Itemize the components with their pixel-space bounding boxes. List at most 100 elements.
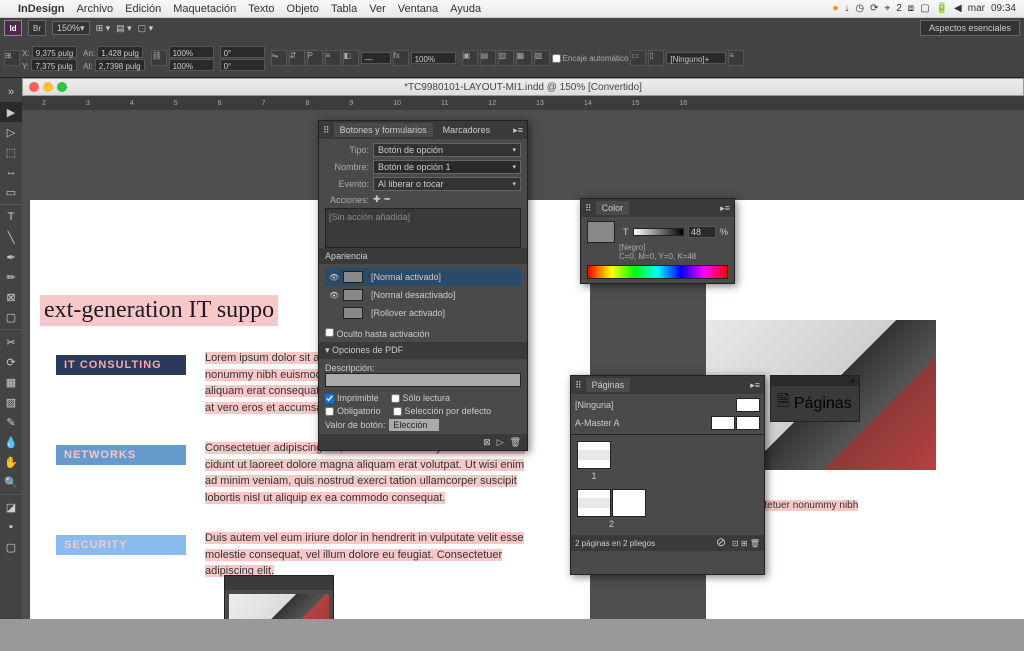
page-thumb-2b[interactable] bbox=[612, 489, 646, 517]
page-tool[interactable]: ⬚ bbox=[0, 142, 22, 162]
add-action-icon[interactable]: ✚ bbox=[373, 194, 381, 205]
valor-field[interactable]: Elección bbox=[389, 419, 439, 431]
line-tool[interactable]: ╲ bbox=[0, 227, 22, 247]
tipo-dropdown[interactable]: Botón de opción bbox=[373, 143, 521, 157]
menu-ventana[interactable]: Ventana bbox=[398, 3, 438, 15]
width-field[interactable]: 1,428 pulg bbox=[97, 46, 142, 58]
status-alert-icon[interactable]: ● bbox=[832, 3, 838, 14]
seleccion-checkbox[interactable]: Selección por defecto bbox=[393, 406, 492, 416]
options-icon[interactable]: ≡ bbox=[728, 50, 744, 66]
edit-page-icon[interactable]: ⊡ bbox=[732, 539, 739, 548]
menu-ayuda[interactable]: Ayuda bbox=[450, 3, 481, 15]
eye-icon[interactable]: 👁 bbox=[329, 273, 343, 282]
panel-grip-icon[interactable]: ⠿ bbox=[323, 125, 330, 136]
menu-archivo[interactable]: Archivo bbox=[76, 3, 113, 15]
panel-color[interactable]: ⠿ Color ▸≡ T 48 % [Negro] C=0, M=0, Y=0,… bbox=[580, 198, 735, 284]
descripcion-field[interactable] bbox=[325, 373, 521, 387]
spread-2[interactable]: 2 bbox=[577, 489, 646, 529]
imprimible-checkbox[interactable]: Imprimible bbox=[325, 393, 379, 403]
panel-dock[interactable]: » 🗎Páginas bbox=[770, 375, 860, 422]
menu-maquetacion[interactable]: Maquetación bbox=[173, 3, 236, 15]
tab-paginas[interactable]: Páginas bbox=[586, 378, 631, 392]
panel-menu-icon[interactable]: ▸≡ bbox=[513, 125, 523, 136]
spectrum-picker[interactable] bbox=[587, 265, 728, 279]
battery-icon[interactable]: 🔋 bbox=[936, 3, 948, 14]
panel-grip-icon[interactable]: ⠿ bbox=[585, 203, 592, 214]
encaje-checkbox[interactable]: Encaje automático bbox=[552, 54, 629, 63]
fill-stroke-swatch[interactable] bbox=[587, 221, 615, 243]
gradient-swatch-tool[interactable]: ▦ bbox=[0, 372, 22, 392]
tag-consulting[interactable]: IT CONSULTING bbox=[56, 355, 186, 375]
new-page-icon[interactable]: ⊞ bbox=[741, 539, 748, 548]
pdf-options-header[interactable]: ▾ Opciones de PDF bbox=[319, 342, 527, 359]
spread-1[interactable]: 1 bbox=[577, 441, 611, 481]
state-rollover[interactable]: [Rollover activado] bbox=[325, 304, 521, 322]
status-clock-icon[interactable]: ◷ bbox=[855, 3, 864, 14]
tab-marcadores[interactable]: Marcadores bbox=[437, 123, 497, 137]
note-tool[interactable]: ✎ bbox=[0, 412, 22, 432]
toolbar-screen-icon[interactable]: ▢ ▾ bbox=[138, 23, 154, 34]
page-thumb-1[interactable] bbox=[577, 441, 611, 469]
gradient-feather-tool[interactable]: ▨ bbox=[0, 392, 22, 412]
horizontal-ruler[interactable]: 2345678910111213141516 bbox=[22, 96, 1024, 110]
master-a[interactable]: A-Master A bbox=[575, 414, 760, 432]
panel-pages[interactable]: ⠿ Páginas ▸≡ [Ninguna] A-Master A 1 2 ⊘ … bbox=[570, 375, 765, 575]
corner-icon[interactable]: ◧ bbox=[343, 50, 359, 66]
gap-tool[interactable]: ↔ bbox=[0, 162, 22, 182]
sound-icon[interactable]: ◀ bbox=[954, 3, 962, 14]
flip-h-icon[interactable]: ⇋ bbox=[271, 50, 287, 66]
status-icon[interactable]: ↓ bbox=[844, 3, 849, 14]
menu-edicion[interactable]: Edición bbox=[125, 3, 161, 15]
pen-tool[interactable]: ✒ bbox=[0, 247, 22, 267]
remove-action-icon[interactable]: ━ bbox=[385, 194, 390, 205]
headline-text[interactable]: ext-generation IT suppo bbox=[40, 295, 278, 326]
panel-buttons-forms[interactable]: ⠿ Botones y formularios Marcadores ▸≡ Ti… bbox=[318, 120, 528, 451]
tag-networks[interactable]: NETWORKS bbox=[56, 445, 186, 465]
panel-menu-icon[interactable]: ▸≡ bbox=[720, 203, 730, 214]
dock-collapse-icon[interactable]: » bbox=[771, 376, 859, 386]
toolbar-view-icon[interactable]: ▤ ▾ bbox=[116, 23, 132, 34]
fill-frame-icon[interactable]: ▥ bbox=[498, 50, 514, 66]
status-cloud-icon[interactable]: ⌖ bbox=[885, 3, 891, 14]
center-icon[interactable]: ▦ bbox=[516, 50, 532, 66]
link-icon[interactable]: ⛓ bbox=[151, 50, 167, 66]
menu-objeto[interactable]: Objeto bbox=[287, 3, 319, 15]
tools-expand-icon[interactable]: » bbox=[0, 82, 22, 102]
menu-tabla[interactable]: Tabla bbox=[331, 3, 357, 15]
nombre-field[interactable]: Botón de opción 1 bbox=[373, 160, 521, 174]
eyedropper-tool[interactable]: 💧 bbox=[0, 432, 22, 452]
opacity-field[interactable]: 100% bbox=[411, 52, 456, 64]
zoom-dropdown[interactable]: 150% ▾ bbox=[52, 21, 90, 35]
panel-grip-icon[interactable]: ⠿ bbox=[575, 380, 582, 391]
scale-y-field[interactable]: 100% bbox=[169, 59, 214, 71]
status-bluetooth-icon[interactable]: ⧈ bbox=[908, 3, 914, 14]
rotate-field[interactable]: 0° bbox=[220, 46, 265, 58]
menu-texto[interactable]: Texto bbox=[248, 3, 274, 15]
fit-content-icon[interactable]: ▣ bbox=[462, 50, 478, 66]
style-dropdown[interactable]: [Ninguno]+ bbox=[666, 52, 726, 64]
zoom-tool[interactable]: 🔍 bbox=[0, 472, 22, 492]
dock-paginas[interactable]: 🗎Páginas bbox=[771, 386, 859, 421]
rectangle-tool[interactable]: ▢ bbox=[0, 307, 22, 327]
view-mode-icon[interactable]: ▢ bbox=[0, 537, 22, 557]
tint-slider[interactable] bbox=[633, 228, 684, 236]
clock-day[interactable]: mar bbox=[968, 3, 985, 14]
app-name[interactable]: InDesign bbox=[18, 3, 64, 15]
paragraph-3[interactable]: Duis autem vel eum iriure dolor in hendr… bbox=[205, 530, 525, 580]
reference-point-icon[interactable]: ⊞ bbox=[4, 50, 20, 66]
tab-color[interactable]: Color bbox=[596, 201, 630, 215]
floating-preview-chrome[interactable] bbox=[225, 576, 333, 590]
trash-icon[interactable]: 🗑 bbox=[510, 437, 521, 448]
status-display-icon[interactable]: ▢ bbox=[920, 3, 929, 14]
state-normal-off[interactable]: 👁[Normal desactivado] bbox=[325, 286, 521, 304]
pencil-tool[interactable]: ✏ bbox=[0, 267, 22, 287]
actions-list[interactable]: [Sin acción añadida] bbox=[325, 208, 521, 248]
obligatorio-checkbox[interactable]: Obligatorio bbox=[325, 406, 381, 416]
hand-tool[interactable]: ✋ bbox=[0, 452, 22, 472]
oculto-checkbox[interactable]: Oculto hasta activación bbox=[325, 328, 430, 339]
scale-x-field[interactable]: 100% bbox=[169, 46, 214, 58]
delete-page-icon[interactable]: 🗑 bbox=[750, 539, 760, 548]
indesign-icon[interactable]: Id bbox=[4, 20, 22, 36]
tint-value[interactable]: 48 bbox=[688, 226, 716, 238]
align-icon[interactable]: ▭ bbox=[630, 50, 646, 66]
